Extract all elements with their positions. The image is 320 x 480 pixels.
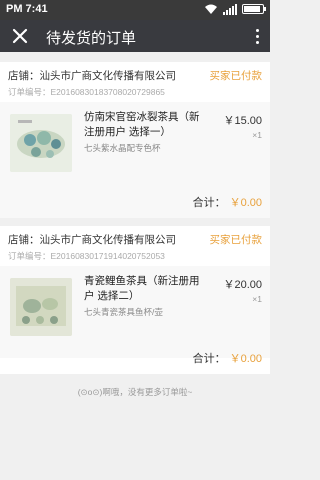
order-card[interactable]: 店铺：汕头市广商文化传播有限公司 买家已付款 订单编号：E20160830183… — [0, 62, 270, 218]
product-spec: 七头青瓷茶具鱼杯/壶 — [84, 307, 163, 317]
status-time: PM 7:41 — [6, 3, 48, 15]
order-number: 订单编号：E20160830183708020729865 — [8, 87, 165, 97]
order-status: 买家已付款 — [209, 234, 263, 246]
signal-icon — [223, 3, 237, 15]
order-total: 合计： ￥0.00 — [193, 350, 262, 366]
product-spec: 七头紫水晶配专色杯 — [84, 143, 161, 153]
wifi-icon — [205, 4, 217, 14]
order-status: 买家已付款 — [209, 70, 263, 82]
close-icon[interactable] — [8, 24, 32, 48]
product-quantity: ×1 — [252, 294, 262, 304]
page-title: 待发货的订单 — [46, 30, 137, 47]
store-name: 店铺：汕头市广商文化传播有限公司 — [8, 70, 176, 82]
store-row: 店铺：汕头市广商文化传播有限公司 买家已付款 — [8, 68, 262, 84]
order-number: 订单编号：E20160830171914020752053 — [8, 251, 165, 261]
product-quantity: ×1 — [252, 130, 262, 140]
total-label: 合计： — [192, 197, 226, 209]
order-item[interactable]: 青瓷鲤鱼茶具（新注册用户 选择二） 七头青瓷茶具鱼杯/壶 ￥20.00 ×1 — [0, 266, 270, 358]
total-amount: ￥0.00 — [229, 197, 262, 209]
product-name: 青瓷鲤鱼茶具（新注册用户 选择二） — [84, 275, 200, 302]
no-more-orders-note: (⊙o⊙)啊哦，没有更多订单啦~ — [77, 387, 193, 397]
product-price: ￥20.00 — [223, 279, 262, 291]
product-name: 仿南宋官窑冰裂茶具（新注册用户 选择一） — [84, 111, 200, 138]
store-row: 店铺：汕头市广商文化传播有限公司 买家已付款 — [8, 232, 262, 248]
product-price: ￥15.00 — [223, 115, 262, 127]
status-bar: PM 7:41 — [0, 0, 270, 20]
total-label: 合计： — [192, 353, 226, 365]
header-bar: 待发货的订单 — [0, 20, 270, 52]
total-amount: ￥0.00 — [229, 353, 262, 365]
product-thumbnail — [10, 278, 72, 336]
more-vertical-icon[interactable] — [250, 24, 264, 48]
status-icons — [204, 3, 266, 15]
product-thumbnail — [10, 114, 72, 172]
order-card[interactable]: 店铺：汕头市广商文化传播有限公司 买家已付款 订单编号：E20160830171… — [0, 226, 270, 374]
store-name: 店铺：汕头市广商文化传播有限公司 — [8, 234, 176, 246]
battery-icon — [242, 4, 266, 14]
order-total: 合计： ￥0.00 — [193, 194, 262, 210]
